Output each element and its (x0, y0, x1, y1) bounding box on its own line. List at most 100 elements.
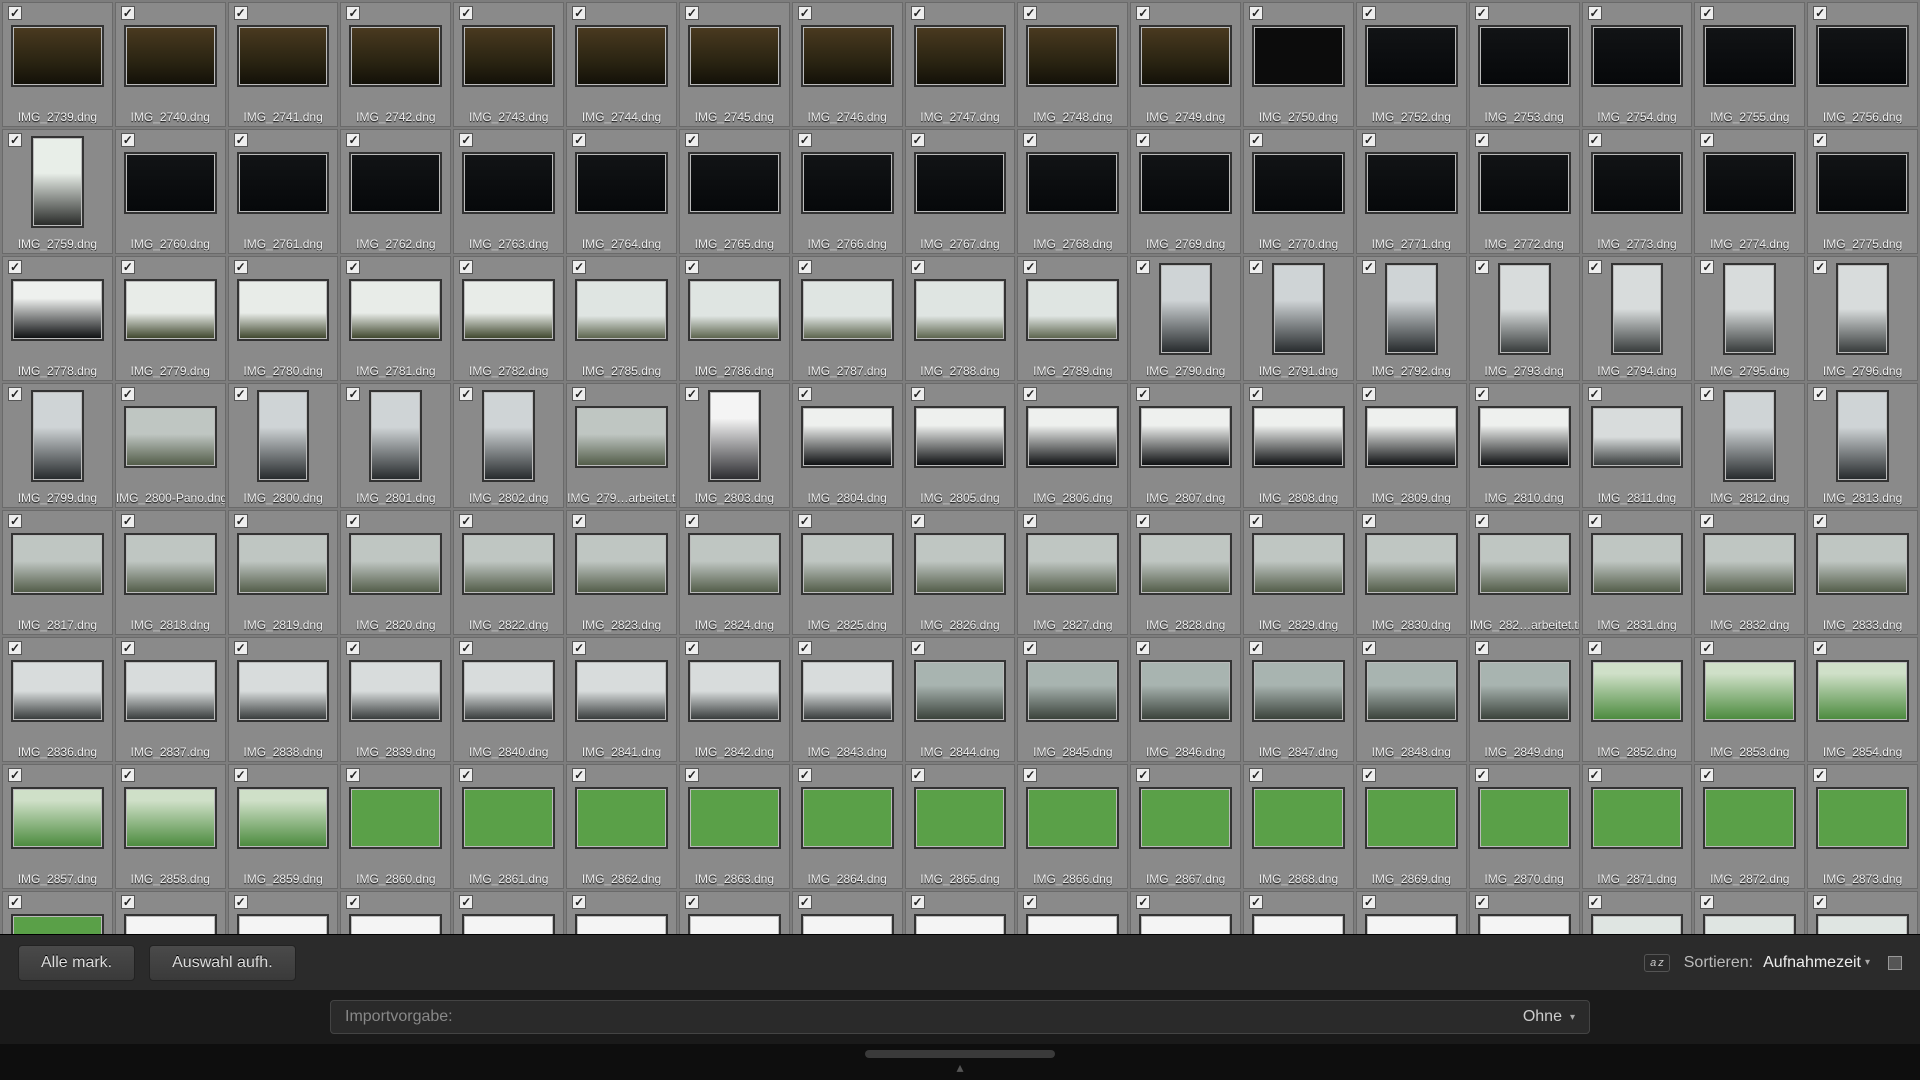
thumbnail-image[interactable] (1026, 279, 1119, 341)
thumbnail-cell[interactable]: ✓IMG_2787.dng (792, 256, 903, 381)
import-preset-dropdown[interactable]: Importvorgabe: Ohne ▾ (330, 1000, 1590, 1034)
thumbnail-cell[interactable]: ✓ (340, 891, 451, 934)
thumbnail-image[interactable] (1365, 25, 1458, 87)
import-checkbox[interactable]: ✓ (1023, 133, 1037, 147)
thumbnail-image[interactable] (1365, 533, 1458, 595)
import-checkbox[interactable]: ✓ (459, 514, 473, 528)
import-checkbox[interactable]: ✓ (8, 514, 22, 528)
import-checkbox[interactable]: ✓ (685, 895, 699, 909)
import-checkbox[interactable]: ✓ (1136, 514, 1150, 528)
thumbnail-image[interactable] (1591, 787, 1684, 849)
import-checkbox[interactable]: ✓ (1136, 387, 1150, 401)
thumbnail-cell[interactable]: ✓IMG_2867.dng (1130, 764, 1241, 889)
thumbnail-image[interactable] (369, 390, 422, 482)
thumbnail-image[interactable] (575, 152, 668, 214)
import-checkbox[interactable]: ✓ (572, 6, 586, 20)
import-checkbox[interactable]: ✓ (459, 768, 473, 782)
thumbnail-cell[interactable]: ✓IMG_2873.dng (1807, 764, 1918, 889)
thumbnail-image[interactable] (1816, 787, 1909, 849)
thumbnail-image[interactable] (914, 914, 1007, 934)
thumbnail-image[interactable] (1611, 263, 1664, 355)
import-checkbox[interactable]: ✓ (234, 387, 248, 401)
thumbnail-cell[interactable]: ✓ (115, 891, 226, 934)
import-checkbox[interactable]: ✓ (685, 514, 699, 528)
thumbnail-image[interactable] (1026, 660, 1119, 722)
thumbnail-cell[interactable]: ✓IMG_2870.dng (1469, 764, 1580, 889)
thumbnail-cell[interactable]: ✓IMG_2793.dng (1469, 256, 1580, 381)
thumbnail-cell[interactable]: ✓IMG_2829.dng (1243, 510, 1354, 635)
thumbnail-cell[interactable]: ✓IMG_2744.dng (566, 2, 677, 127)
import-checkbox[interactable]: ✓ (1023, 387, 1037, 401)
import-checkbox[interactable]: ✓ (1362, 6, 1376, 20)
thumbnail-image[interactable] (575, 406, 668, 468)
thumbnail-image[interactable] (124, 152, 217, 214)
import-checkbox[interactable]: ✓ (1475, 514, 1489, 528)
import-checkbox[interactable]: ✓ (459, 133, 473, 147)
thumbnail-image[interactable] (124, 406, 217, 468)
import-checkbox[interactable]: ✓ (685, 387, 699, 401)
thumbnail-image[interactable] (914, 152, 1007, 214)
thumbnail-cell[interactable]: ✓IMG_2848.dng (1356, 637, 1467, 762)
import-checkbox[interactable]: ✓ (1136, 768, 1150, 782)
thumbnail-image[interactable] (1365, 406, 1458, 468)
import-checkbox[interactable]: ✓ (234, 895, 248, 909)
thumbnail-cell[interactable]: ✓IMG_2769.dng (1130, 129, 1241, 254)
import-checkbox[interactable]: ✓ (1136, 641, 1150, 655)
thumbnail-image[interactable] (1591, 914, 1684, 934)
import-checkbox[interactable]: ✓ (459, 895, 473, 909)
import-checkbox[interactable]: ✓ (1136, 260, 1150, 274)
thumbnail-image[interactable] (349, 660, 442, 722)
import-checkbox[interactable]: ✓ (1136, 6, 1150, 20)
import-checkbox[interactable]: ✓ (1813, 641, 1827, 655)
thumbnail-cell[interactable]: ✓IMG_2802.dng (453, 383, 564, 508)
import-checkbox[interactable]: ✓ (1136, 133, 1150, 147)
import-checkbox[interactable]: ✓ (346, 6, 360, 20)
import-checkbox[interactable]: ✓ (1588, 260, 1602, 274)
import-checkbox[interactable]: ✓ (459, 6, 473, 20)
thumbnail-cell[interactable]: ✓ (1243, 891, 1354, 934)
thumbnail-cell[interactable]: ✓IMG_2845.dng (1017, 637, 1128, 762)
import-checkbox[interactable]: ✓ (1249, 6, 1263, 20)
thumbnail-image[interactable] (1591, 25, 1684, 87)
sort-value[interactable]: Aufnahmezeit (1763, 954, 1861, 972)
thumbnail-cell[interactable]: ✓IMG_2759.dng (2, 129, 113, 254)
import-checkbox[interactable]: ✓ (1700, 6, 1714, 20)
thumbnail-image[interactable] (1723, 390, 1776, 482)
import-checkbox[interactable]: ✓ (798, 641, 812, 655)
import-checkbox[interactable]: ✓ (1362, 133, 1376, 147)
import-checkbox[interactable]: ✓ (8, 895, 22, 909)
thumbnail-cell[interactable]: ✓IMG_2837.dng (115, 637, 226, 762)
thumbnail-cell[interactable]: ✓IMG_2872.dng (1694, 764, 1805, 889)
thumbnail-cell[interactable]: ✓ (1469, 891, 1580, 934)
thumbnail-cell[interactable]: ✓IMG_2768.dng (1017, 129, 1128, 254)
thumbnail-cell[interactable]: ✓IMG_2756.dng (1807, 2, 1918, 127)
import-checkbox[interactable]: ✓ (685, 6, 699, 20)
sort-direction-toggle[interactable]: a z (1644, 954, 1670, 972)
import-checkbox[interactable]: ✓ (1249, 768, 1263, 782)
thumbnail-image[interactable] (11, 914, 104, 934)
thumbnail-cell[interactable]: ✓IMG_2786.dng (679, 256, 790, 381)
import-checkbox[interactable]: ✓ (1023, 6, 1037, 20)
thumbnail-image[interactable] (1703, 914, 1796, 934)
thumbnail-image[interactable] (1252, 914, 1345, 934)
import-checkbox[interactable]: ✓ (798, 133, 812, 147)
thumbnail-image[interactable] (1272, 263, 1325, 355)
import-checkbox[interactable]: ✓ (911, 895, 925, 909)
import-checkbox[interactable]: ✓ (1475, 641, 1489, 655)
thumbnail-size-toggle[interactable] (1888, 956, 1902, 970)
thumbnail-image[interactable] (349, 152, 442, 214)
thumbnail-image[interactable] (688, 660, 781, 722)
thumbnail-image[interactable] (1478, 660, 1571, 722)
thumbnail-cell[interactable]: ✓IMG_2761.dng (228, 129, 339, 254)
thumbnail-cell[interactable]: ✓ (1017, 891, 1128, 934)
thumbnail-cell[interactable]: ✓IMG_2852.dng (1582, 637, 1693, 762)
thumbnail-cell[interactable]: ✓IMG_2812.dng (1694, 383, 1805, 508)
thumbnail-cell[interactable]: ✓IMG_2800.dng (228, 383, 339, 508)
thumbnail-cell[interactable]: ✓IMG_2741.dng (228, 2, 339, 127)
thumbnail-cell[interactable]: ✓IMG_2819.dng (228, 510, 339, 635)
thumbnail-image[interactable] (1252, 152, 1345, 214)
thumbnail-cell[interactable]: ✓IMG_2788.dng (905, 256, 1016, 381)
thumbnail-image[interactable] (1026, 914, 1119, 934)
import-checkbox[interactable]: ✓ (798, 6, 812, 20)
thumbnail-image[interactable] (1026, 787, 1119, 849)
